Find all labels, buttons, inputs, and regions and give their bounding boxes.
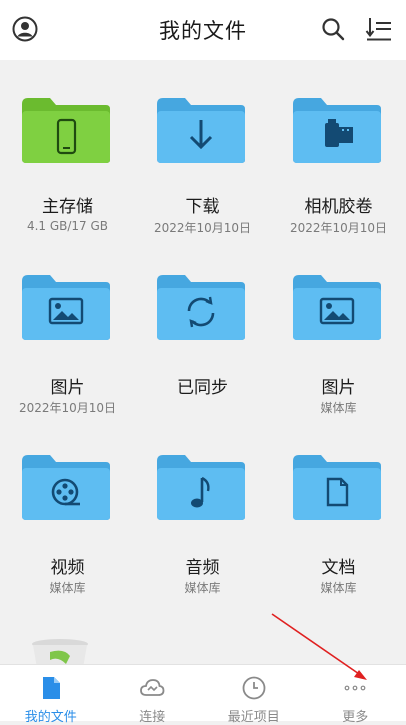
item-subtitle: 2022年10月10日 [271, 219, 406, 236]
tab-label: 更多 [305, 706, 406, 725]
sort-icon[interactable] [364, 14, 394, 44]
file-category-grid: 主存储 4.1 GB/17 GB 下载 2022年10月10日 [0, 60, 406, 664]
item-name: 下载 [135, 192, 270, 217]
category-pictures-library[interactable]: 图片 媒体库 [271, 250, 406, 430]
cloud-icon [139, 675, 165, 701]
tab-recent[interactable]: 最近项目 [203, 665, 305, 721]
folder-icon [155, 96, 247, 164]
category-video[interactable]: 视频 媒体库 [0, 430, 135, 610]
category-camera-roll[interactable]: 相机胶卷 2022年10月10日 [271, 60, 406, 250]
category-main-storage[interactable]: 主存储 4.1 GB/17 GB [0, 60, 135, 250]
item-name: 视频 [0, 553, 135, 578]
category-downloads[interactable]: 下载 2022年10月10日 [135, 60, 270, 250]
tab-my-files[interactable]: 我的文件 [0, 665, 102, 721]
tab-label: 连接 [102, 706, 204, 725]
tab-label: 我的文件 [0, 706, 102, 725]
item-subtitle: 媒体库 [271, 399, 406, 416]
clock-icon [241, 675, 267, 701]
item-subtitle: 媒体库 [271, 579, 406, 596]
folder-icon [291, 273, 383, 341]
item-name: 相机胶卷 [271, 192, 406, 217]
folder-icon [291, 453, 383, 521]
tab-connect[interactable]: 连接 [102, 665, 204, 721]
app-header: 我的文件 [0, 0, 406, 60]
account-icon[interactable] [10, 14, 40, 44]
item-subtitle: 媒体库 [135, 579, 270, 596]
folder-icon [291, 96, 383, 164]
item-name: 图片 [271, 373, 406, 398]
item-name: 文档 [271, 553, 406, 578]
folder-icon [20, 96, 112, 164]
more-dots-icon [342, 675, 368, 701]
item-name: 音频 [135, 553, 270, 578]
item-subtitle: 媒体库 [0, 579, 135, 596]
search-icon[interactable] [318, 14, 348, 44]
folder-icon [155, 453, 247, 521]
item-name: 已同步 [135, 373, 270, 398]
folder-icon [20, 453, 112, 521]
item-subtitle: 4.1 GB/17 GB [0, 219, 135, 233]
item-name: 图片 [0, 373, 135, 398]
tab-label: 最近项目 [203, 706, 305, 725]
file-icon [38, 675, 64, 701]
category-synced[interactable]: 已同步 [135, 250, 270, 430]
page-title: 我的文件 [159, 15, 247, 45]
item-subtitle: 2022年10月10日 [0, 399, 135, 416]
folder-icon [20, 273, 112, 341]
category-pictures[interactable]: 图片 2022年10月10日 [0, 250, 135, 430]
category-audio[interactable]: 音频 媒体库 [135, 430, 270, 610]
tab-more[interactable]: 更多 [305, 665, 406, 721]
item-name: 主存储 [0, 192, 135, 217]
bottom-navigation: 我的文件 连接 最近项目 更多 [0, 664, 406, 721]
item-subtitle: 2022年10月10日 [135, 219, 270, 236]
category-documents[interactable]: 文档 媒体库 [271, 430, 406, 610]
folder-icon [155, 273, 247, 341]
